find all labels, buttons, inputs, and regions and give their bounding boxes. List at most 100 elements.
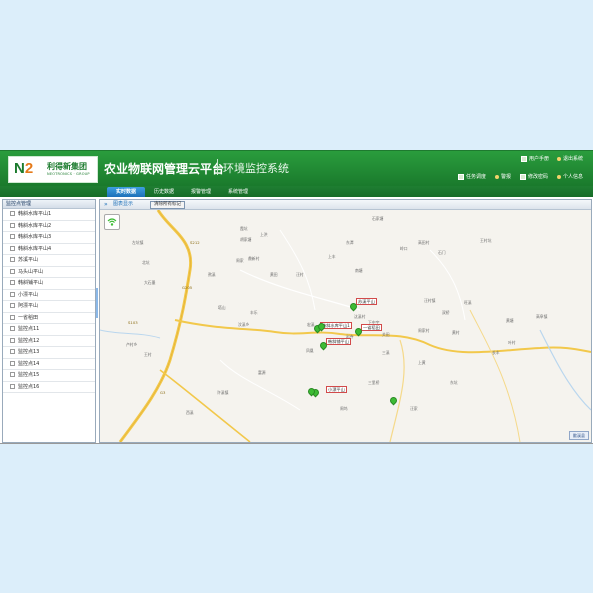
sidebar-item-label: 监控点11 bbox=[18, 326, 40, 332]
sidebar-item[interactable]: 韩斜水库平山2 bbox=[3, 221, 95, 232]
tab-system-management[interactable]: 系统管理 bbox=[219, 187, 257, 197]
station-label[interactable]: 小漂平山 bbox=[326, 386, 347, 393]
map-place-label: 高阜镇 bbox=[536, 314, 548, 319]
map-place-label: 胡家塘 bbox=[240, 237, 252, 242]
sidebar-item[interactable]: 马头山平山 bbox=[3, 267, 95, 278]
tab-history-data[interactable]: 历史数据 bbox=[145, 187, 183, 197]
map-place-label: 汰溪村 bbox=[354, 314, 366, 319]
sidebar-item[interactable]: 监控点14 bbox=[3, 359, 95, 370]
map-place-label: 周家 bbox=[236, 258, 244, 263]
node-icon bbox=[10, 211, 15, 216]
sidebar-item-label: 苏溪平山 bbox=[18, 257, 39, 263]
double-chevron-icon: » bbox=[104, 201, 108, 208]
wifi-icon bbox=[107, 218, 117, 226]
road-label: S103 bbox=[128, 320, 138, 325]
profile-button[interactable]: 个人信息 bbox=[556, 173, 583, 180]
map-place-label: 塔山 bbox=[218, 305, 226, 310]
map-place-label: 上黄 bbox=[418, 360, 426, 365]
station-label[interactable]: 韩斜铺平山 bbox=[326, 338, 351, 345]
sidebar-item[interactable]: 苏溪平山 bbox=[3, 255, 95, 267]
sidebar-item[interactable]: 小漂平山 bbox=[3, 290, 95, 301]
node-icon bbox=[10, 372, 15, 377]
tab-realtime-data[interactable]: 实时数据 bbox=[107, 187, 145, 197]
map-place-label: 黄塘 bbox=[506, 318, 514, 323]
app-header: N2 利得新集团 NEOTRONICS · GROUP 农业物联网管理云平台 环… bbox=[0, 151, 593, 186]
alarm-button[interactable]: 警报 bbox=[494, 173, 511, 180]
map-place-label: 凤凰 bbox=[306, 348, 314, 353]
node-icon bbox=[10, 234, 15, 239]
map-place-label: 汶溪乡 bbox=[238, 322, 250, 327]
map-place-label: 富源 bbox=[258, 370, 266, 375]
user-manual-link[interactable]: 用户手册 bbox=[520, 155, 549, 162]
sidebar-item[interactable]: 监控点16 bbox=[3, 382, 95, 393]
node-icon bbox=[10, 383, 15, 389]
node-icon bbox=[10, 360, 15, 366]
node-icon bbox=[10, 349, 15, 354]
user-icon bbox=[556, 174, 561, 179]
schedule-icon bbox=[457, 173, 464, 180]
sidebar-item[interactable]: 监控点13 bbox=[3, 347, 95, 359]
map-place-label: 汪家 bbox=[410, 406, 418, 411]
map-place-label: 石家塘 bbox=[372, 216, 384, 221]
clear-markers-button[interactable]: 清除所有标记 bbox=[150, 201, 185, 209]
node-icon bbox=[10, 222, 15, 228]
map-place-label: 丰乐 bbox=[250, 310, 258, 315]
map-place-label: 上丰 bbox=[328, 254, 336, 259]
alarm-icon bbox=[494, 174, 499, 179]
map-view[interactable]: 左坑镇 石家塘 胡家塘 岭口 高田村 石门 霞坑 上洪 大石墨 北坑 周家 熬溪 上丰 汪村 黄田 王村坑 鼎新… bbox=[100, 210, 591, 442]
sidebar-item[interactable]: 韩斜水库平山1 bbox=[3, 209, 95, 221]
sidebar-item-label: 监控点15 bbox=[18, 372, 40, 378]
node-icon bbox=[10, 337, 15, 343]
road-label: S212 bbox=[190, 240, 200, 245]
app-window: N2 利得新集团 NEOTRONICS · GROUP 农业物联网管理云平台 环… bbox=[0, 150, 593, 444]
top-links: 用户手册 退出系统 bbox=[520, 155, 583, 162]
sidebar-collapse-handle[interactable] bbox=[96, 288, 98, 318]
sidebar-item-label: 小漂平山 bbox=[18, 291, 39, 298]
sidebar-item-label: 阿漂平山 bbox=[18, 303, 39, 309]
station-label[interactable]: 一省稻田 bbox=[361, 324, 382, 331]
key-icon bbox=[519, 173, 526, 180]
map-place-label: 三里桥 bbox=[368, 380, 380, 385]
page-subtitle: 环境监控系统 bbox=[223, 162, 289, 175]
map-panel-header: » 图表显示 清除所有标记 bbox=[100, 200, 591, 210]
signal-icon[interactable] bbox=[104, 214, 120, 230]
logout-link[interactable]: 退出系统 bbox=[556, 155, 583, 162]
sidebar-item-label: 韩斜水库平山1 bbox=[18, 211, 52, 217]
change-password-button[interactable]: 修改密码 bbox=[519, 173, 548, 180]
brand-logo: N2 利得新集团 NEOTRONICS · GROUP bbox=[8, 156, 98, 183]
sidebar-item-label: 监控点14 bbox=[18, 360, 40, 367]
road-label: G3 bbox=[160, 390, 166, 395]
road-label: G205 bbox=[182, 285, 193, 290]
map-place-label: 黄村 bbox=[452, 330, 460, 335]
sidebar-item-label: 监控点16 bbox=[18, 383, 40, 390]
map-place-label: 西溪 bbox=[186, 410, 194, 415]
map-place-label: 双桥 bbox=[442, 310, 450, 315]
sidebar-item[interactable]: 监控点11 bbox=[3, 324, 95, 336]
sidebar-item[interactable]: 韩斜铺平山 bbox=[3, 278, 95, 290]
sidebar-title: 监控点管理 bbox=[3, 200, 95, 209]
map-place-label: 许溪镇 bbox=[217, 390, 229, 395]
sidebar-item[interactable]: 韩斜水库平山4 bbox=[3, 244, 95, 255]
sidebar-item[interactable]: 阿漂平山 bbox=[3, 301, 95, 313]
sidebar-item[interactable]: 一省稻田 bbox=[3, 313, 95, 324]
brand-name-en: NEOTRONICS · GROUP bbox=[47, 172, 90, 176]
sidebar-item-label: 一省稻田 bbox=[18, 314, 39, 321]
sidebar-item[interactable]: 监控点15 bbox=[3, 370, 95, 382]
map-place-label: 关田 bbox=[382, 332, 390, 337]
map-place-label: 叶村 bbox=[508, 340, 516, 345]
manual-icon bbox=[520, 155, 527, 162]
map-place-label: 北坑 bbox=[142, 260, 150, 265]
sidebar-item[interactable]: 监控点12 bbox=[3, 336, 95, 347]
map-scale-label: 歙溪县 bbox=[569, 431, 589, 440]
task-schedule-button[interactable]: 任务调度 bbox=[457, 173, 486, 180]
sidebar-item[interactable]: 韩斜水库平山3 bbox=[3, 232, 95, 244]
station-label[interactable]: 苏溪平山 bbox=[356, 298, 377, 305]
map-place-label: 鼎新村 bbox=[248, 256, 260, 261]
map-place-label: 王村 bbox=[144, 352, 152, 357]
node-icon bbox=[10, 280, 15, 285]
map-place-label: 东潭 bbox=[346, 240, 354, 245]
map-place-label: 大石墨 bbox=[144, 280, 156, 285]
logo-mark: N2 bbox=[14, 160, 34, 177]
tab-alarm-management[interactable]: 报警管理 bbox=[182, 187, 220, 197]
node-icon bbox=[10, 326, 15, 331]
